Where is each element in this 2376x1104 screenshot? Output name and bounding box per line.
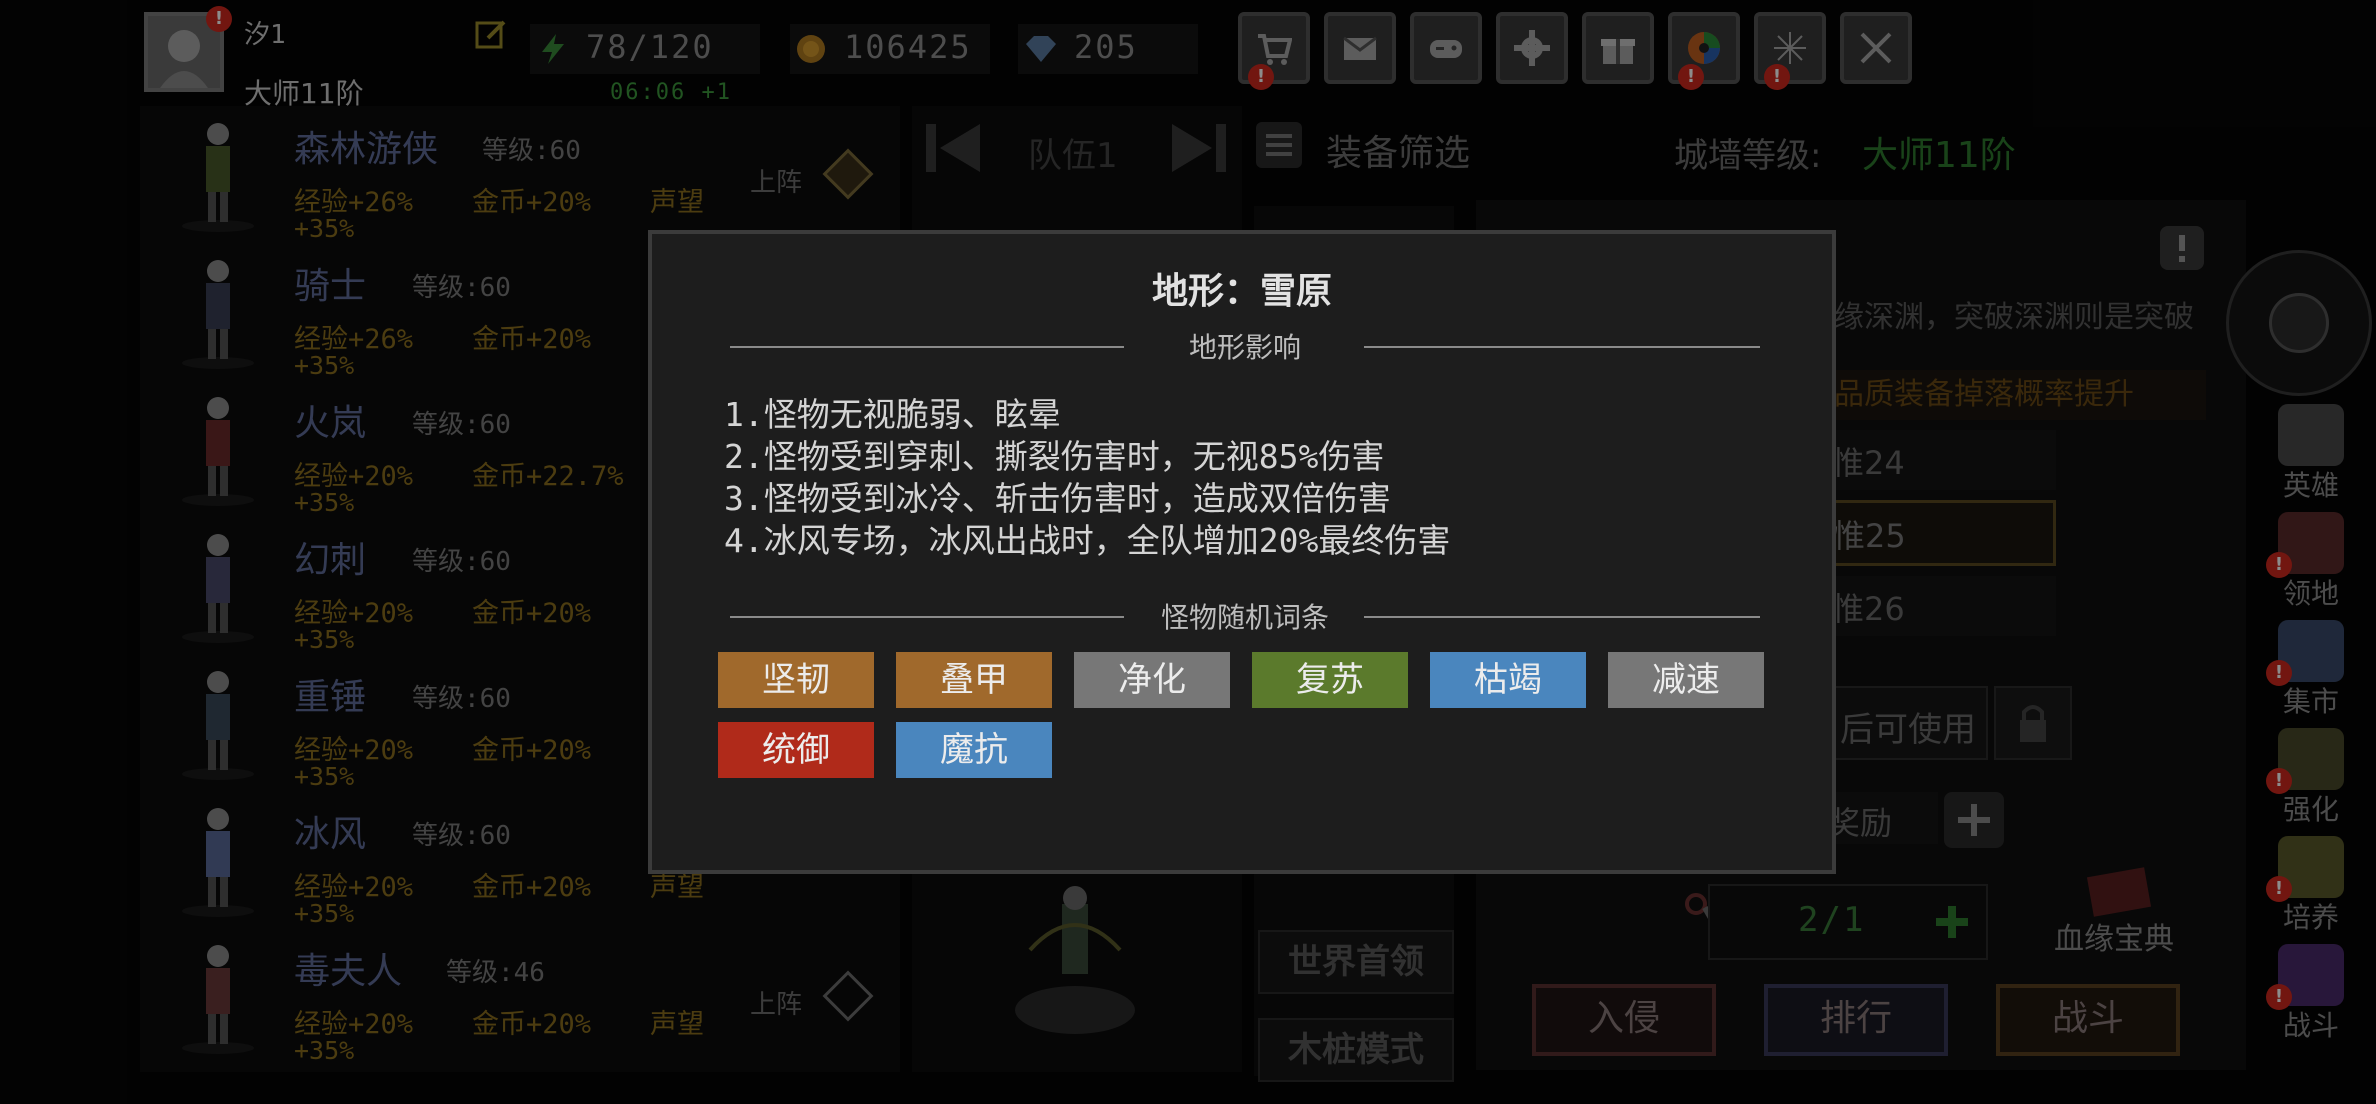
affix-tag[interactable]: 魔抗 <box>896 722 1052 778</box>
effect-line: 4.冰风专场，冰风出战时，全队增加20%最终伤害 <box>724 521 1451 560</box>
effect-line: 3.怪物受到冰冷、斩击伤害时，造成双倍伤害 <box>724 479 1391 518</box>
terrain-effect-list: 1.怪物无视脆弱、眩晕 2.怪物受到穿刺、撕裂伤害时，无视85%伤害 3.怪物受… <box>724 394 1450 562</box>
affix-tag[interactable]: 复苏 <box>1252 652 1408 708</box>
affix-tag[interactable]: 净化 <box>1074 652 1230 708</box>
affix-tag[interactable]: 枯竭 <box>1430 652 1586 708</box>
affix-tag[interactable]: 减速 <box>1608 652 1764 708</box>
effect-line: 1.怪物无视脆弱、眩晕 <box>724 395 1061 434</box>
affix-divider: 怪物随机词条 <box>730 596 1760 636</box>
affix-tag[interactable]: 叠甲 <box>896 652 1052 708</box>
terrain-effect-divider: 地形影响 <box>730 326 1760 366</box>
affix-tag[interactable]: 坚韧 <box>718 652 874 708</box>
affix-tag[interactable]: 统御 <box>718 722 874 778</box>
dialog-title: 地形：雪原 <box>1151 271 1332 312</box>
effect-line: 2.怪物受到穿刺、撕裂伤害时，无视85%伤害 <box>724 437 1385 476</box>
terrain-info-dialog: 地形：雪原 地形影响 1.怪物无视脆弱、眩晕 2.怪物受到穿刺、撕裂伤害时，无视… <box>648 230 1836 874</box>
